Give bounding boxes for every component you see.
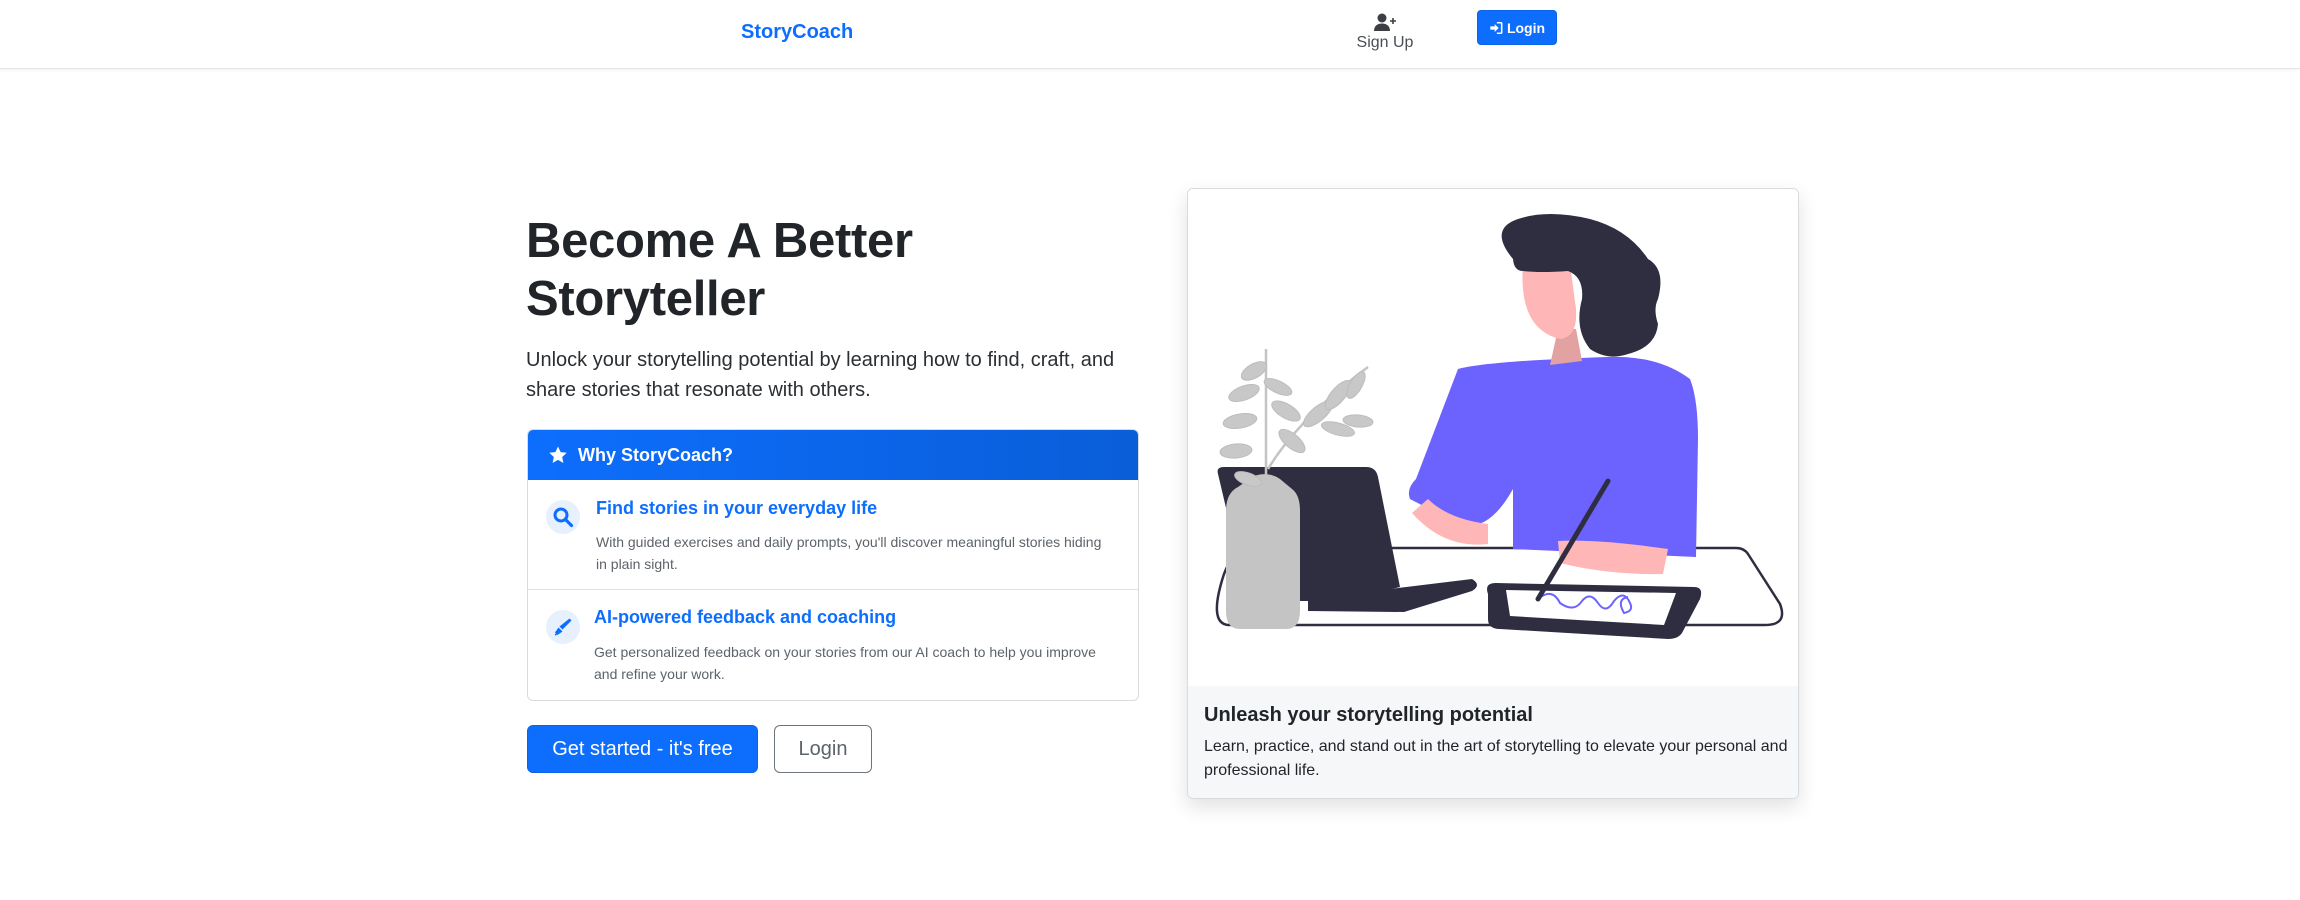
login-button-nav-label: Login: [1506, 19, 1546, 36]
feature-title: AI-powered feedback and coaching: [594, 607, 897, 627]
user-plus-icon: [1374, 13, 1396, 31]
login-button[interactable]: Login: [774, 725, 872, 773]
pen-icon: [546, 610, 580, 644]
showcase-card-body: Unleash your storytelling potential Lear…: [1188, 686, 1798, 798]
get-started-button[interactable]: Get started - it's free: [527, 725, 758, 773]
feature-item-find-stories: Find stories in your everyday life With …: [528, 480, 1138, 590]
feature-description: Get personalized feedback on your storie…: [594, 644, 1096, 682]
why-card-header: Why StoryCoach?: [528, 430, 1138, 480]
hero-lead: Unlock your storytelling potential by le…: [526, 349, 1115, 401]
feature-item-ai-feedback: AI-powered feedback and coaching Get per…: [528, 590, 1138, 700]
page-title-line-1: Become A Better: [526, 214, 913, 268]
feature-title: Find stories in your everyday life: [596, 498, 878, 518]
showcase-text: Learn, practice, and stand out in the ar…: [1204, 738, 1788, 779]
why-storycoach-card: Why StoryCoach? Find stories in your eve…: [527, 429, 1139, 701]
showcase-title: Unleash your storytelling potential: [1204, 704, 1533, 726]
why-card-title: Why StoryCoach?: [578, 444, 734, 465]
login-button-nav[interactable]: Login: [1477, 10, 1557, 45]
signup-link[interactable]: Sign Up: [1348, 12, 1422, 52]
page-title-line-2: Storyteller: [526, 272, 766, 326]
signup-label: Sign Up: [1356, 34, 1414, 51]
star-icon: [549, 446, 567, 463]
top-navbar: StoryCoach Sign Up Login: [0, 0, 2300, 69]
feature-description: With guided exercises and daily prompts,…: [596, 534, 1102, 572]
page-title: Become A Better Storyteller: [526, 212, 1046, 328]
sign-in-icon: [1490, 21, 1503, 34]
search-icon: [546, 500, 580, 534]
showcase-card: Unleash your storytelling potential Lear…: [1187, 188, 1799, 799]
woman-writing-on-tablet-illustration: [1188, 189, 1798, 686]
brand-logo[interactable]: StoryCoach: [741, 21, 853, 44]
